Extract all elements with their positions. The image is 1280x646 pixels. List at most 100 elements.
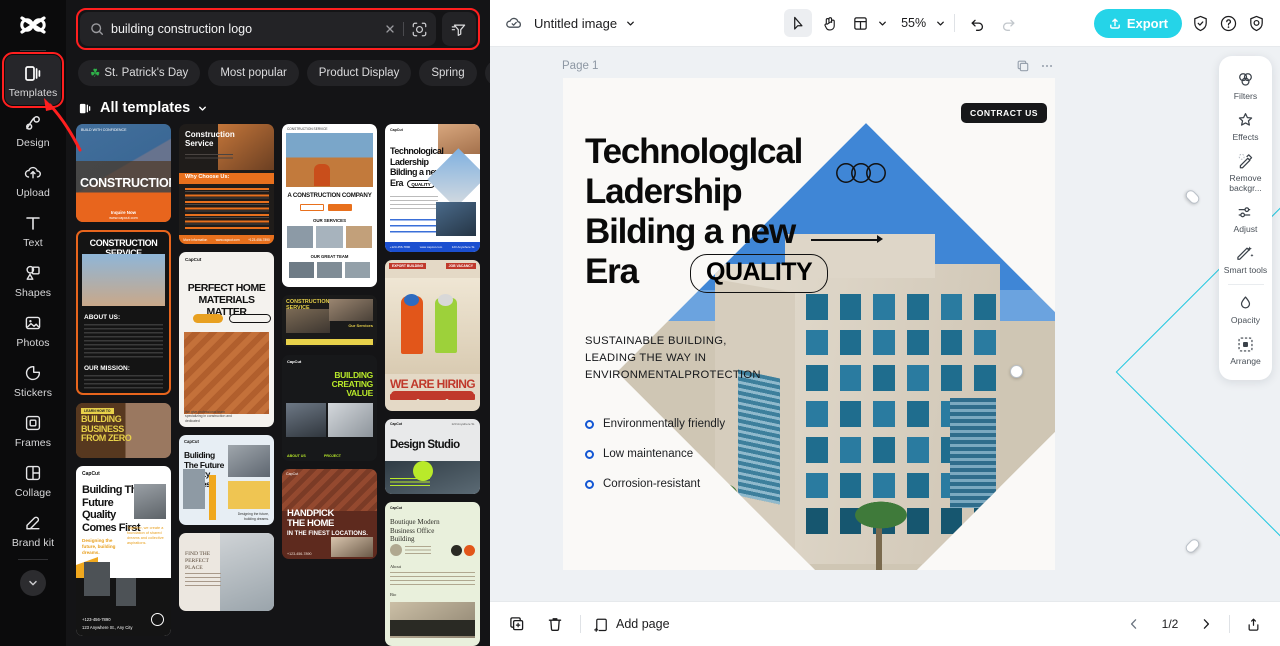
accent-line xyxy=(811,239,879,241)
capcut-logo-icon[interactable] xyxy=(12,10,54,44)
sidebar-item-text[interactable]: Text xyxy=(5,205,61,255)
bottombar-divider-2 xyxy=(1229,615,1230,633)
handle-top-left[interactable] xyxy=(1183,188,1202,206)
sidebar-item-brand-kit[interactable]: Brand kit xyxy=(5,505,61,555)
chip-st-patricks-day[interactable]: ☘ St. Patrick's Day xyxy=(78,60,201,86)
more-horizontal-icon[interactable] xyxy=(1040,59,1054,73)
sidebar-item-templates[interactable]: Templates xyxy=(2,52,64,108)
template-card[interactable]: EXPORT BUILDING JOB VACANCY WE ARE HIRIN… xyxy=(385,260,480,412)
add-page-label: Add page xyxy=(616,617,670,631)
tool-opacity[interactable]: Opacity xyxy=(1222,288,1270,329)
canvas-area[interactable]: Page 1 Technologlcal Ladership Bilding a… xyxy=(490,47,1280,601)
template-card[interactable]: CapCut Buliding The Future Quality Comes… xyxy=(179,435,274,525)
rail-expand-button[interactable] xyxy=(20,570,46,596)
tool-smart-tools[interactable]: Smart tools xyxy=(1222,238,1270,279)
next-page-button[interactable] xyxy=(1193,611,1219,637)
templates-column-2: Construction Service Why Choose Us: More… xyxy=(179,124,274,646)
template-card[interactable]: FIND THE PERFECT PLACE xyxy=(179,533,274,611)
cloud-saved-icon[interactable] xyxy=(504,13,524,33)
search-box[interactable] xyxy=(80,12,436,46)
template-card[interactable]: CapCut Boutique Modern Business Office B… xyxy=(385,502,480,646)
redo-button[interactable] xyxy=(994,9,1022,37)
template-card[interactable]: CapCut Technological Ladership Bilding a… xyxy=(385,124,480,253)
tool-effects[interactable]: Effects xyxy=(1222,105,1270,146)
handle-left[interactable] xyxy=(1010,365,1023,378)
template-card[interactable]: Construction Service Why Choose Us: More… xyxy=(179,124,274,244)
sidebar-item-design[interactable]: Design xyxy=(5,105,61,155)
document-title[interactable]: Untitled image xyxy=(534,16,636,31)
template-title: FIND THE PERFECT PLACE xyxy=(185,551,211,571)
template-card[interactable]: CapCut 123 Anywhere St. Design Studio xyxy=(385,419,480,495)
add-page-button[interactable]: Add page xyxy=(593,616,670,633)
page-actions xyxy=(1016,59,1054,73)
template-card[interactable]: CONSTRUCTION SERVICE Our Services xyxy=(282,295,377,347)
export-button[interactable]: Export xyxy=(1093,8,1182,38)
chip-label: Most popular xyxy=(220,67,287,79)
filter-button[interactable] xyxy=(442,12,476,46)
all-templates-dropdown[interactable]: All templates xyxy=(66,86,490,124)
template-card[interactable]: CapCut Building The Future Quality Comes… xyxy=(76,466,171,636)
template-card[interactable]: CONSTRUCTION SERVICE ABOUT US: OUR MISSI… xyxy=(76,230,171,395)
template-quote: Together, we create a foundation of shar… xyxy=(127,526,164,545)
template-title: PERFECT HOME MATERIALS MATTER xyxy=(187,282,266,318)
chip-spring[interactable]: Spring xyxy=(419,60,477,86)
chip-product-display[interactable]: Product Display xyxy=(306,60,412,86)
handle-bottom-left[interactable] xyxy=(1183,537,1202,555)
sidebar-item-label: Photos xyxy=(16,337,50,349)
template-brand: CapCut xyxy=(184,439,199,444)
template-card[interactable]: CapCut HANDPICK THE HOME IN THE FINEST L… xyxy=(282,469,377,559)
design-page[interactable]: Technologlcal Ladership Bilding a new Er… xyxy=(563,78,1055,570)
template-card[interactable]: BUILD WITH CONFIDENCE CONSTRUCTION Inqui… xyxy=(76,124,171,222)
template-title: Boutique Modern Business Office Building xyxy=(390,518,440,544)
headline-line-3: Bilding a new xyxy=(585,212,796,251)
remove-background-icon xyxy=(1236,152,1255,171)
sidebar-item-collage[interactable]: Collage xyxy=(5,455,61,505)
export-page-button[interactable] xyxy=(1240,611,1266,637)
zoom-level[interactable]: 55% xyxy=(899,16,928,30)
delete-page-button[interactable] xyxy=(542,611,568,637)
close-icon[interactable] xyxy=(384,23,396,35)
hand-tool-button[interactable] xyxy=(815,9,843,37)
duplicate-page-button[interactable] xyxy=(504,611,530,637)
sidebar-item-shapes[interactable]: Shapes xyxy=(5,255,61,305)
undo-button[interactable] xyxy=(963,9,991,37)
settings-icon[interactable] xyxy=(1247,14,1266,33)
panel-divider xyxy=(1227,284,1264,285)
template-section: OUR MISSION: xyxy=(84,365,130,372)
tool-arrange[interactable]: Arrange xyxy=(1222,329,1270,370)
tool-remove-background[interactable]: Remove backgr... xyxy=(1222,146,1270,197)
sidebar-item-stickers[interactable]: Stickers xyxy=(5,355,61,405)
template-card[interactable]: CONSTRUCTION SERVICE A CONSTRUCTION COMP… xyxy=(282,124,377,287)
template-url: www.capcut.com xyxy=(109,216,138,220)
template-card[interactable]: CapCut BUILDING CREATING VALUE ABOUT US … xyxy=(282,355,377,461)
contact-pill[interactable]: CONTRACT US xyxy=(961,103,1048,123)
duplicate-icon[interactable] xyxy=(1016,59,1030,73)
template-brand: CapCut xyxy=(390,128,403,132)
image-search-icon[interactable] xyxy=(411,21,428,38)
chevron-down-icon[interactable] xyxy=(877,18,888,29)
shield-check-icon[interactable] xyxy=(1191,14,1210,33)
template-card[interactable]: LEARN HOW TO BUILDING BUSINESS FROM ZERO xyxy=(76,403,171,458)
search-input[interactable] xyxy=(111,22,377,36)
tool-label: Arrange xyxy=(1230,356,1261,366)
layout-tool-button[interactable] xyxy=(846,9,874,37)
template-card[interactable]: CapCut PERFECT HOME MATERIALS MATTER We … xyxy=(179,252,274,427)
chevron-down-icon xyxy=(27,577,39,589)
sidebar-item-photos[interactable]: Photos xyxy=(5,305,61,355)
sidebar-item-label: Brand kit xyxy=(11,537,55,549)
sidebar-item-upload[interactable]: Upload xyxy=(5,155,61,205)
sidebar-item-frames[interactable]: Frames xyxy=(5,405,61,455)
help-circle-icon[interactable] xyxy=(1219,14,1238,33)
templates-grid: BUILD WITH CONFIDENCE CONSTRUCTION Inqui… xyxy=(66,124,490,646)
tool-filters[interactable]: Filters xyxy=(1222,64,1270,105)
select-tool-button[interactable] xyxy=(784,9,813,37)
template-title: CONSTRUCTION xyxy=(80,176,171,190)
design-icon xyxy=(22,112,44,134)
tool-adjust[interactable]: Adjust xyxy=(1222,197,1270,238)
chip-most-popular[interactable]: Most popular xyxy=(208,60,299,86)
quality-badge: QUALITY xyxy=(690,254,829,293)
prev-page-button[interactable] xyxy=(1121,611,1147,637)
sidebar-item-label: Text xyxy=(23,237,43,249)
template-sub: Designing the future, building dreams. xyxy=(237,512,269,521)
chevron-down-icon[interactable] xyxy=(935,18,946,29)
